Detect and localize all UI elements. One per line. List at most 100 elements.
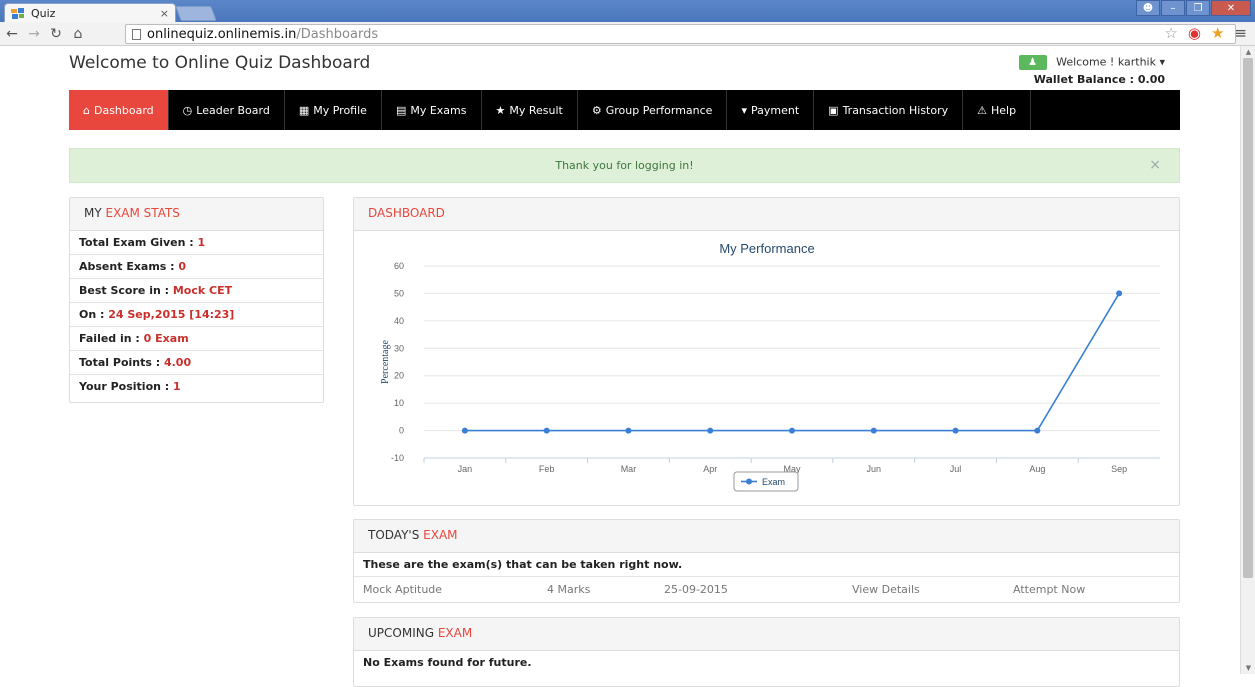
menu-label: My Result xyxy=(509,103,563,117)
stat-row: Absent Exams : 0 xyxy=(70,255,323,279)
todays-exam-notice: These are the exam(s) that can be taken … xyxy=(354,553,1179,577)
back-icon[interactable]: ← xyxy=(2,26,22,42)
menu-my-result[interactable]: ★ My Result xyxy=(482,90,578,130)
browser-titlebar: Quiz × ☻ – ❐ ✕ xyxy=(0,0,1255,22)
heading-accent: EXAM STATS xyxy=(105,206,180,220)
scroll-thumb[interactable] xyxy=(1243,58,1253,578)
cart-icon: ▾ xyxy=(741,103,747,117)
menu-dashboard[interactable]: ⌂ Dashboard xyxy=(69,90,169,130)
menu-transaction-history[interactable]: ▣ Transaction History xyxy=(814,90,964,130)
data-point xyxy=(1116,290,1123,297)
restore-button[interactable]: ❐ xyxy=(1186,0,1210,16)
heading-accent: EXAM xyxy=(423,528,458,542)
wallet-balance: Wallet Balance : 0.00 xyxy=(1033,73,1165,86)
menu-leader-board[interactable]: ◷ Leader Board xyxy=(169,90,285,130)
upcoming-exam-notice: No Exams found for future. xyxy=(363,656,532,669)
todays-exam-panel: TODAY'S EXAM These are the exam(s) that … xyxy=(353,519,1180,603)
new-tab-button[interactable] xyxy=(175,6,217,21)
y-axis-label: Percentage xyxy=(380,340,391,384)
bookmark-star-icon[interactable]: ☆ xyxy=(1164,24,1177,42)
menu-help[interactable]: ⚠ Help xyxy=(963,90,1032,130)
series-line-exam xyxy=(464,293,1120,432)
th-icon: ▦ xyxy=(298,103,310,117)
upcoming-exam-panel: UPCOMING EXAM No Exams found for future. xyxy=(353,617,1180,687)
data-point xyxy=(625,427,632,434)
data-point xyxy=(952,427,959,434)
quiz-favicon-icon xyxy=(11,7,24,19)
url-host: onlinequiz.onlinemis.in xyxy=(147,26,297,42)
main-menu: ⌂ Dashboard ◷ Leader Board ▦ My Profile ▤ My… xyxy=(69,90,1180,130)
minimize-button[interactable]: – xyxy=(1161,0,1185,16)
scroll-down-icon[interactable]: ▼ xyxy=(1241,664,1255,672)
data-point xyxy=(543,427,550,434)
browser-toolbar: ← → ↻ ⌂ onlinequiz.onlinemis.in/Dashboar… xyxy=(0,22,1255,46)
extension-icon[interactable]: ◉ xyxy=(1188,24,1201,42)
forward-icon[interactable]: → xyxy=(24,26,44,42)
data-point xyxy=(1034,427,1041,434)
heading-text: TODAY'S xyxy=(368,528,424,542)
user-profile-icon[interactable]: ☻ xyxy=(1136,0,1160,16)
exam-marks: 4 Marks xyxy=(547,583,591,596)
x-tick-label: Aug xyxy=(1029,464,1045,474)
menu-label: My Profile xyxy=(313,103,367,117)
warning-icon: ⚠ xyxy=(977,103,987,117)
menu-payment[interactable]: ▾ Payment xyxy=(727,90,815,130)
y-tick-label: 40 xyxy=(394,316,404,326)
exam-date: 25-09-2015 xyxy=(664,583,728,596)
user-menu[interactable]: Welcome ! karthik ▾ xyxy=(1056,56,1165,69)
stat-row: On : 24 Sep,2015 [14:23] xyxy=(70,303,323,327)
legend-marker xyxy=(746,478,752,485)
menu-label: Payment xyxy=(750,103,800,117)
stat-value: 1 xyxy=(197,236,206,249)
stat-row: Failed in : 0 Exam xyxy=(70,327,323,351)
scroll-up-icon[interactable]: ▲ xyxy=(1241,48,1255,56)
heading-text: UPCOMING xyxy=(368,626,438,640)
stat-label: Absent Exams : xyxy=(79,260,179,273)
exam-name: Mock Aptitude xyxy=(363,583,443,596)
panel-heading: TODAY'S EXAM xyxy=(354,520,1179,553)
stat-row: Your Position : 1 xyxy=(70,375,323,399)
x-tick-label: Sep xyxy=(1111,464,1127,474)
exam-row: Mock Aptitude 4 Marks 25-09-2015 View De… xyxy=(354,577,1179,601)
menu-label: Group Performance xyxy=(605,103,713,117)
tab-close-icon[interactable]: × xyxy=(160,7,169,20)
menu-label: Help xyxy=(991,103,1017,117)
home-button-icon[interactable]: ⌂ xyxy=(68,26,88,42)
menu-my-profile[interactable]: ▦ My Profile xyxy=(285,90,382,130)
login-alert: Thank you for logging in! × xyxy=(69,148,1180,183)
browser-tab[interactable]: Quiz × xyxy=(4,3,176,22)
user-icon: ♟ xyxy=(1018,55,1047,70)
extension-star-icon[interactable]: ★ xyxy=(1211,24,1224,42)
view-details-link[interactable]: View Details xyxy=(852,583,920,596)
y-tick-label: 50 xyxy=(394,288,404,298)
home-icon: ⌂ xyxy=(83,103,90,117)
menu-icon[interactable]: ≡ xyxy=(1234,24,1247,42)
scrollbar[interactable]: ▲ ▼ xyxy=(1240,46,1255,674)
stat-label: Total Points : xyxy=(79,356,164,369)
url-path: /Dashboards xyxy=(296,26,379,42)
menu-label: My Exams xyxy=(410,103,467,117)
briefcase-icon: ▣ xyxy=(828,103,839,117)
x-tick-label: Feb xyxy=(539,464,555,474)
x-tick-label: Jan xyxy=(458,464,473,474)
x-tick-label: Apr xyxy=(703,464,717,474)
attempt-now-link[interactable]: Attempt Now xyxy=(1013,583,1085,596)
list-icon: ▤ xyxy=(395,103,407,117)
stat-label: Your Position : xyxy=(79,380,174,393)
y-tick-label: 60 xyxy=(394,261,404,271)
menu-group-performance[interactable]: ⚙ Group Performance xyxy=(578,90,728,130)
address-bar[interactable]: onlinequiz.onlinemis.in/Dashboards xyxy=(125,24,1236,44)
stat-value: 0 Exam xyxy=(143,332,189,345)
y-tick-label: -10 xyxy=(391,453,404,463)
page-icon xyxy=(132,28,141,40)
reload-icon[interactable]: ↻ xyxy=(46,26,66,42)
y-tick-label: 30 xyxy=(394,343,404,353)
window-close-button[interactable]: ✕ xyxy=(1211,0,1251,16)
menu-my-exams[interactable]: ▤ My Exams xyxy=(382,90,482,130)
chart-title: My Performance xyxy=(719,241,814,256)
menu-label: Dashboard xyxy=(93,103,154,117)
alert-close-icon[interactable]: × xyxy=(1149,149,1161,182)
y-tick-label: 20 xyxy=(394,371,404,381)
tab-title: Quiz xyxy=(31,6,56,20)
stat-value: 0 xyxy=(178,260,187,273)
